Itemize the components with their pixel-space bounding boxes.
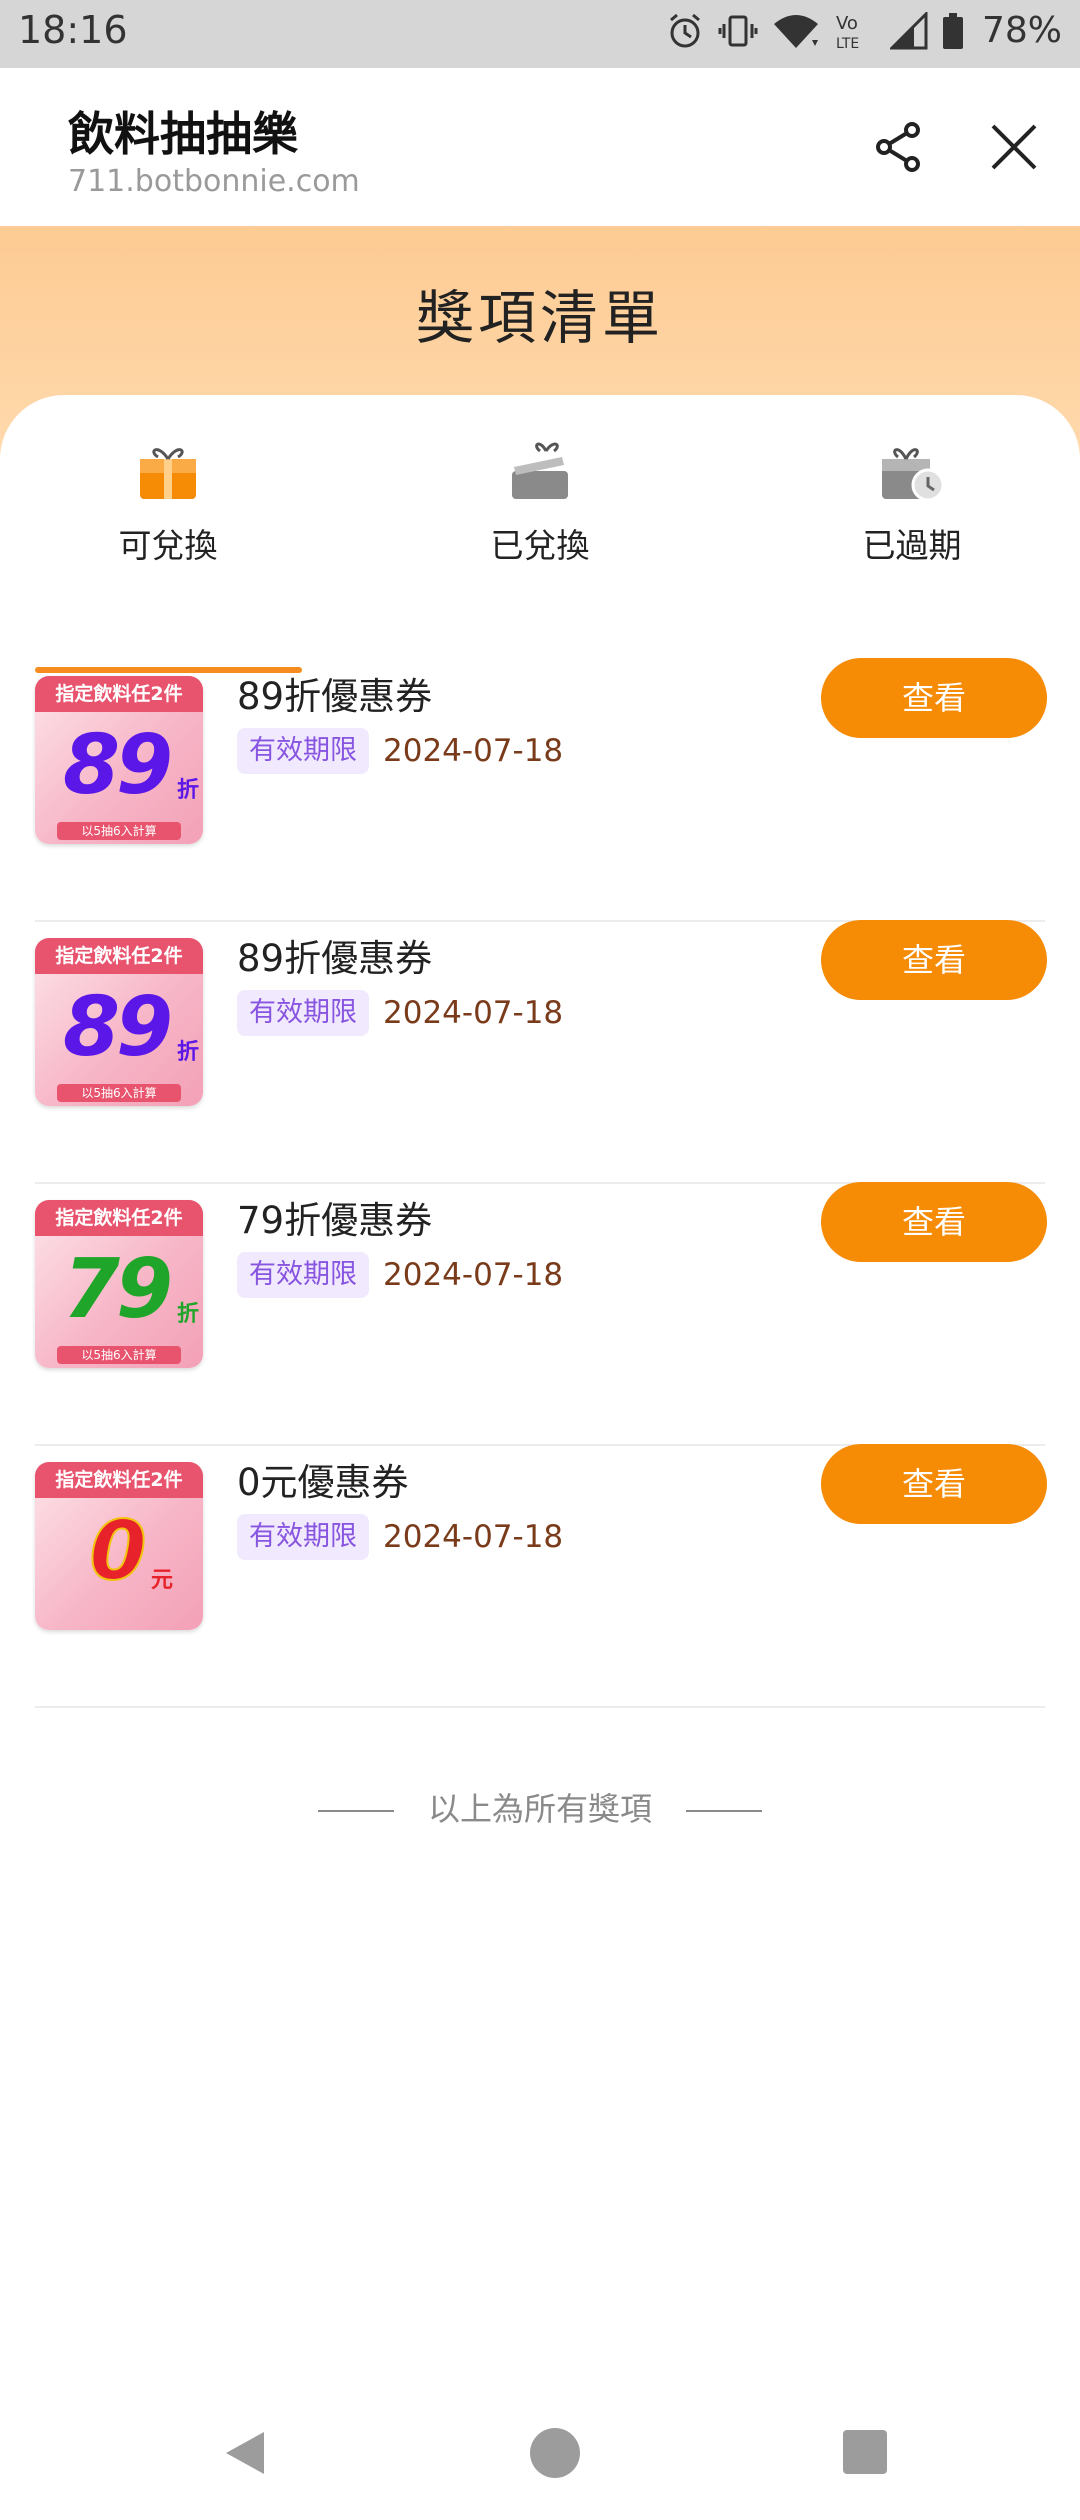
svg-text:LTE: LTE (836, 36, 859, 51)
app-bar: 飲料抽抽樂 711.botbonnie.com (0, 68, 1080, 226)
thumbnail-band: 指定飲料任2件 (35, 1200, 203, 1236)
coupon-thumbnail: 指定飲料任2件 89 折 以5抽6入計算 (35, 676, 203, 844)
prize-name: 89折優惠券 (237, 675, 433, 718)
coupon-thumbnail: 指定飲料任2件 79 折 以5抽6入計算 (35, 1200, 203, 1368)
thumbnail-band: 指定飲料任2件 (35, 676, 203, 712)
battery-percent: 78% (981, 10, 1062, 51)
thumbnail-band: 指定飲料任2件 (35, 1462, 203, 1498)
view-button[interactable]: 查看 (821, 658, 1047, 738)
alarm-icon (670, 13, 700, 47)
coupon-thumbnail: 指定飲料任2件 89 折 以5抽6入計算 (35, 938, 203, 1106)
close-icon[interactable] (985, 118, 1043, 176)
expiry-date: 2024-07-18 (383, 733, 564, 769)
share-icon[interactable] (870, 118, 928, 176)
thumbnail-suffix: 折 (176, 1302, 199, 1327)
system-nav-bar (0, 2400, 1080, 2520)
gift-box-icon (140, 448, 196, 499)
tab-label: 已兌換 (490, 526, 590, 565)
status-time: 18:16 (18, 8, 128, 52)
tab-expired[interactable]: 已過期 (762, 437, 1062, 617)
expiry-badge: 有效期限 (237, 1252, 369, 1298)
signal-icon (889, 11, 928, 49)
tab-redeemed[interactable]: 已兌換 (390, 437, 690, 617)
thumbnail-value: 89 (62, 980, 173, 1075)
prize-row[interactable]: 指定飲料任2件 89 折 以5抽6入計算 89折優惠券 有效期限 2024-07… (35, 920, 1047, 1184)
battery-icon (942, 12, 963, 49)
prize-row[interactable]: 指定飲料任2件 89 折 以5抽6入計算 89折優惠券 有效期限 2024-07… (35, 658, 1047, 922)
page-title: 獎項清單 (415, 284, 664, 352)
vibrate-icon (718, 15, 758, 46)
prize-name: 0元優惠券 (237, 1461, 409, 1504)
prize-name: 79折優惠券 (237, 1199, 433, 1242)
thumbnail-value: 89 (62, 718, 173, 813)
tab-bar: 可兌換 已兌換 已過期 (0, 437, 1080, 673)
prize-row[interactable]: 指定飲料任2件 79 折 以5抽6入計算 79折優惠券 有效期限 2024-07… (35, 1182, 1047, 1446)
end-of-list-note: 以上為所有獎項 (0, 1784, 1080, 1830)
end-of-list-text: 以上為所有獎項 (427, 1790, 652, 1828)
thumbnail-suffix: 元 (150, 1568, 173, 1593)
wifi-icon (773, 14, 818, 48)
thumbnail-band: 指定飲料任2件 (35, 938, 203, 974)
app-title: 飲料抽抽樂 (68, 107, 298, 161)
thumbnail-suffix: 折 (176, 778, 199, 803)
expiry-badge: 有效期限 (237, 728, 369, 774)
expiry-date: 2024-07-18 (383, 995, 564, 1031)
status-bar: 18:16 Vo LTE 78% (0, 0, 1080, 68)
coupon-thumbnail: 指定飲料任2件 0 元 (35, 1462, 203, 1630)
back-icon[interactable] (220, 2428, 270, 2478)
expired-gift-icon (882, 448, 945, 502)
tab-label: 已過期 (862, 526, 962, 565)
expiry-badge: 有效期限 (237, 1514, 369, 1560)
expiry-badge: 有效期限 (237, 990, 369, 1036)
home-icon[interactable] (530, 2428, 580, 2478)
volte-icon: Vo LTE (836, 13, 859, 51)
app-url: 711.botbonnie.com (68, 164, 360, 199)
expiry-date: 2024-07-18 (383, 1257, 564, 1293)
view-button[interactable]: 查看 (821, 920, 1047, 1000)
thumbnail-value: 79 (62, 1242, 173, 1337)
divider (317, 1810, 394, 1812)
view-button[interactable]: 查看 (821, 1444, 1047, 1524)
prize-row[interactable]: 指定飲料任2件 0 元 0元優惠券 有效期限 2024-07-18 查看 (35, 1444, 1047, 1708)
status-icons: Vo LTE 78% (666, 10, 1062, 51)
tab-redeemable[interactable]: 可兌換 (18, 437, 318, 617)
thumbnail-note: 以5抽6入計算 (57, 822, 181, 840)
prize-name: 89折優惠券 (237, 937, 433, 980)
opened-gift-icon (512, 442, 568, 499)
view-button[interactable]: 查看 (821, 1182, 1047, 1262)
thumbnail-suffix: 折 (176, 1040, 199, 1065)
thumbnail-note: 以5抽6入計算 (57, 1346, 181, 1364)
svg-text:Vo: Vo (836, 13, 858, 34)
tab-label: 可兌換 (118, 526, 218, 565)
expiry-date: 2024-07-18 (383, 1519, 564, 1555)
divider (686, 1810, 762, 1812)
recent-apps-icon[interactable] (843, 2430, 887, 2474)
thumbnail-note: 以5抽6入計算 (57, 1084, 181, 1102)
